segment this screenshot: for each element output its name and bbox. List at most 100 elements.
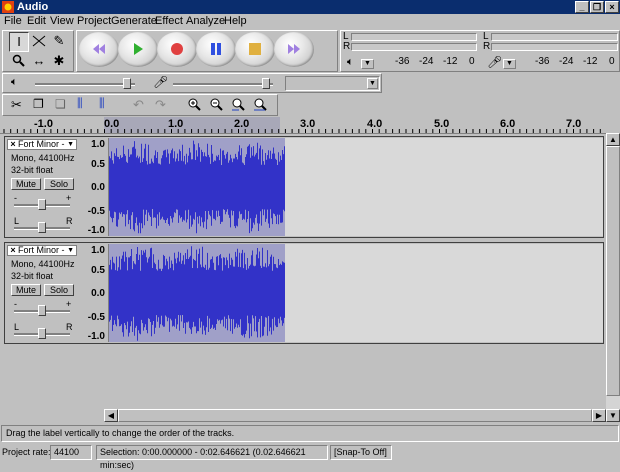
- horizontal-scroll-thumb[interactable]: [118, 409, 592, 422]
- output-meter-menu-button[interactable]: ▼: [361, 59, 374, 69]
- play-button[interactable]: [118, 32, 158, 67]
- play-icon: [134, 43, 143, 55]
- output-tick-36: -36: [395, 56, 410, 67]
- solo-button[interactable]: Solo: [44, 284, 74, 296]
- silence-icon[interactable]: ⫼: [99, 96, 105, 111]
- snap-to-indicator[interactable]: [Snap-To Off]: [330, 445, 392, 460]
- amplitude-label: 0.0: [91, 182, 105, 193]
- output-tick-0: 0: [469, 56, 475, 67]
- scroll-left-icon[interactable]: ◀: [104, 409, 118, 422]
- skip-start-button[interactable]: [79, 32, 119, 67]
- scroll-down-icon[interactable]: ▼: [606, 409, 620, 422]
- pan-left-label: L: [14, 322, 20, 332]
- output-volume-thumb[interactable]: [123, 78, 131, 89]
- gain-slider-thumb[interactable]: [38, 199, 46, 210]
- audio-track[interactable]: × Fort Minor - ▼ Mono, 44100Hz 32-bit floa…: [4, 136, 604, 238]
- gain-minus-label: -: [14, 299, 17, 309]
- close-track-icon[interactable]: ×: [8, 140, 18, 149]
- waveform: [109, 140, 285, 234]
- input-volume-thumb[interactable]: [262, 78, 270, 89]
- input-source-select[interactable]: ▼: [285, 76, 380, 91]
- fit-selection-icon[interactable]: [231, 98, 245, 112]
- track-format: Mono, 44100Hz: [11, 153, 75, 163]
- maximize-button[interactable]: ❐: [590, 1, 604, 13]
- track-menu-arrow-icon[interactable]: ▼: [67, 246, 74, 255]
- project-rate-label: Project rate:: [2, 447, 51, 457]
- close-track-icon[interactable]: ×: [8, 246, 18, 255]
- skip-end-icon: [288, 44, 300, 54]
- stop-button[interactable]: [235, 32, 275, 67]
- selection-readout: Selection: 0:00.000000 - 0:02.646621 (0.…: [96, 445, 328, 470]
- skip-end-button[interactable]: [274, 32, 314, 67]
- menu-edit[interactable]: Edit: [27, 15, 46, 28]
- redo-icon[interactable]: ↷: [155, 97, 166, 113]
- gain-minus-label: -: [14, 193, 17, 203]
- menu-help[interactable]: Help: [224, 15, 247, 28]
- trim-icon[interactable]: ⫼: [77, 96, 83, 111]
- menu-effect[interactable]: Effect: [155, 15, 183, 28]
- menu-analyze[interactable]: Analyze: [186, 15, 225, 28]
- menu-view[interactable]: View: [50, 15, 74, 28]
- waveform-area[interactable]: [109, 138, 603, 236]
- selection-bar: Project rate: 44100 Selection: 0:00.0000…: [0, 444, 620, 470]
- input-source-dropdown-icon[interactable]: ▼: [367, 78, 378, 89]
- pan-slider-thumb[interactable]: [38, 222, 46, 233]
- input-tick-0: 0: [609, 56, 615, 67]
- close-button[interactable]: ×: [605, 1, 619, 13]
- pause-icon: [211, 43, 221, 55]
- paste-icon[interactable]: ❏: [55, 97, 66, 111]
- zoom-in-icon[interactable]: [187, 98, 201, 112]
- mute-button[interactable]: Mute: [11, 178, 41, 190]
- input-volume-slider[interactable]: [173, 83, 273, 86]
- zoom-tool-icon[interactable]: [9, 52, 29, 72]
- timeshift-tool-icon[interactable]: ↔: [29, 52, 49, 72]
- vertical-scroll-thumb[interactable]: [606, 146, 620, 396]
- input-meter-right-letter: R: [483, 41, 491, 52]
- amplitude-ruler: 1.0 0.5 0.0 -0.5 -1.0: [80, 244, 109, 342]
- input-meter-left-bar: [491, 33, 618, 41]
- input-meter-menu-button[interactable]: ▼: [503, 59, 516, 69]
- vertical-scrollbar[interactable]: ▲ ▼: [606, 133, 620, 422]
- waveform-core: [109, 279, 285, 307]
- track-menu-arrow-icon[interactable]: ▼: [67, 140, 74, 149]
- horizontal-scrollbar[interactable]: ◀ ▶: [104, 409, 606, 422]
- menu-file[interactable]: File: [4, 15, 22, 28]
- app-icon: [2, 1, 14, 13]
- track-name-menu[interactable]: × Fort Minor - ▼: [7, 139, 77, 150]
- mute-button[interactable]: Mute: [11, 284, 41, 296]
- record-button[interactable]: [157, 32, 197, 67]
- timeline-ruler[interactable]: -1.0 0.0 1.0 2.0 3.0 4.0 5.0 6.0 7.0: [0, 117, 606, 134]
- minimize-button[interactable]: _: [575, 1, 589, 13]
- fit-project-icon[interactable]: [253, 98, 267, 112]
- waveform-area[interactable]: [109, 244, 603, 342]
- pan-slider-thumb[interactable]: [38, 328, 46, 339]
- edit-toolbar: ✂ ❐ ❏ ⫼ ⫼ ↶ ↷: [2, 94, 278, 116]
- ruler-label: -1.0: [34, 118, 53, 130]
- selection-tool-icon[interactable]: I: [9, 32, 29, 52]
- solo-button[interactable]: Solo: [44, 178, 74, 190]
- ruler-label: 7.0: [566, 118, 582, 130]
- zoom-out-icon[interactable]: [209, 98, 223, 112]
- meter-toolbar: L R L R 🔈︎ ▼ -36 -24 -12 0 🎤︎ ▼ -36 -24 …: [340, 30, 620, 72]
- copy-icon[interactable]: ❐: [33, 97, 44, 111]
- undo-icon[interactable]: ↶: [133, 97, 144, 113]
- scroll-up-icon[interactable]: ▲: [606, 133, 620, 146]
- gain-slider-thumb[interactable]: [38, 305, 46, 316]
- track-bitdepth: 32-bit float: [11, 271, 54, 281]
- record-icon: [171, 43, 183, 55]
- project-rate-field[interactable]: 44100: [50, 445, 92, 460]
- draw-tool-icon[interactable]: ✎: [49, 32, 69, 52]
- microphone-icon: 🎤︎: [487, 55, 503, 69]
- gain-plus-label: +: [66, 299, 72, 309]
- multi-tool-icon[interactable]: ✱: [49, 52, 69, 72]
- audio-track[interactable]: × Fort Minor - ▼ Mono, 44100Hz 32-bit floa…: [4, 242, 604, 344]
- pause-button[interactable]: [196, 32, 236, 67]
- envelope-tool-icon[interactable]: [29, 32, 49, 52]
- amplitude-label: 0.5: [91, 265, 105, 276]
- scroll-right-icon[interactable]: ▶: [592, 409, 606, 422]
- output-volume-slider[interactable]: [35, 83, 135, 86]
- track-name-menu[interactable]: × Fort Minor - ▼: [7, 245, 77, 256]
- menu-project[interactable]: Project: [77, 15, 111, 28]
- menu-generate[interactable]: Generate: [111, 15, 157, 28]
- cut-icon[interactable]: ✂: [11, 97, 22, 113]
